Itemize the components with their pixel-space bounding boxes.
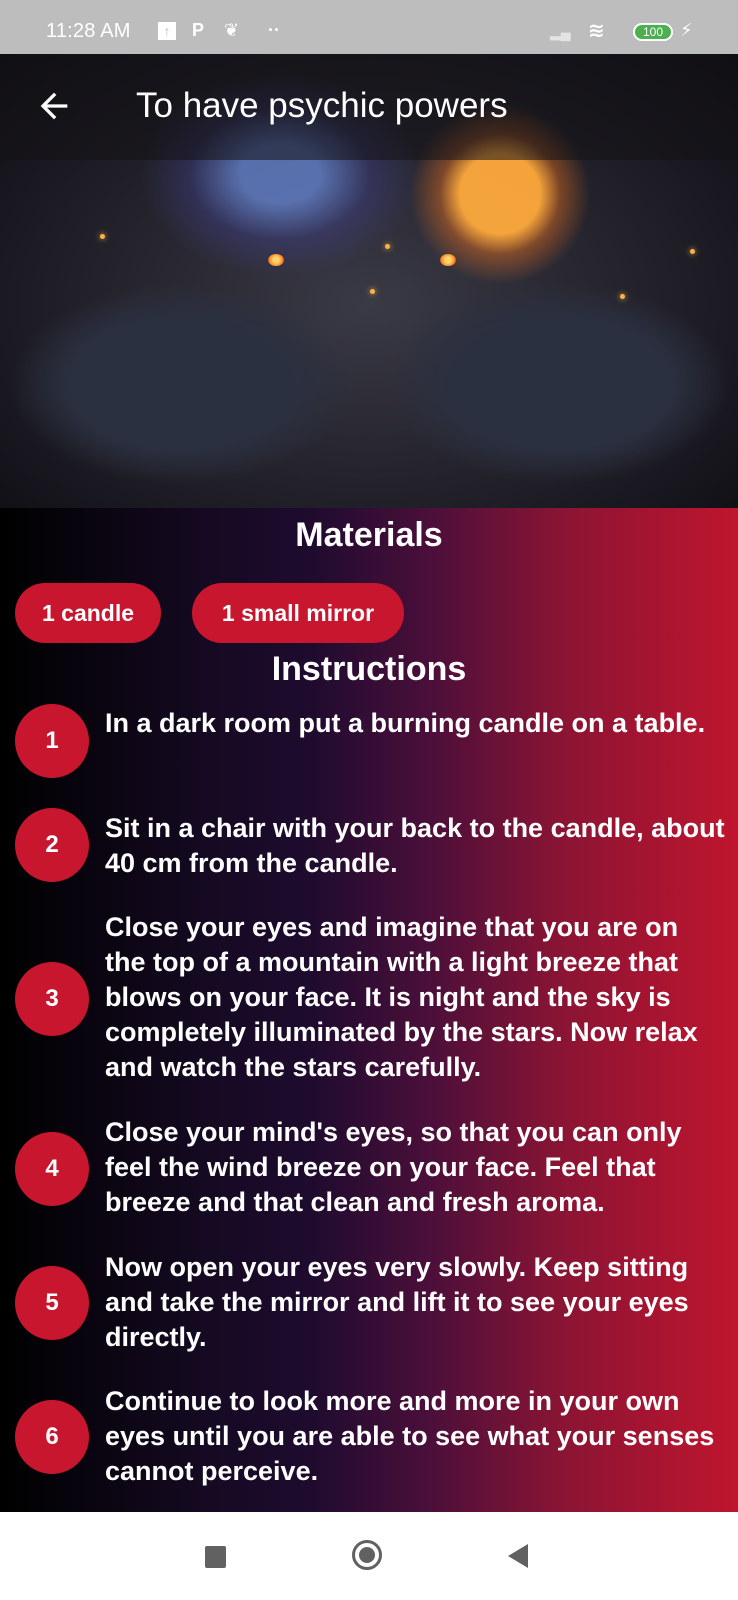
step-text: Now open your eyes very slowly. Keep sit… xyxy=(105,1252,689,1352)
navigation-bar xyxy=(0,1512,738,1600)
cat-eye-right xyxy=(440,254,456,266)
step-text: In a dark room put a burning candle on a… xyxy=(105,708,706,738)
cat-eye-left xyxy=(268,254,284,266)
step-number-badge: 1 xyxy=(15,704,89,778)
star xyxy=(100,234,105,239)
material-chip: 1 small mirror xyxy=(192,583,404,643)
status-bar: 11:28 AM ↑ P ❦ ·· ▂▄ ≋ 100 ⚡ xyxy=(0,0,738,54)
app-bar: To have psychic powers xyxy=(0,54,738,160)
charging-icon: ⚡ xyxy=(680,20,693,40)
step-number-badge: 4 xyxy=(15,1132,89,1206)
battery-icon: 100 xyxy=(633,23,673,41)
star xyxy=(690,249,695,254)
step-text: Close your mind's eyes, so that you can … xyxy=(105,1117,682,1217)
home-icon[interactable] xyxy=(352,1540,382,1570)
recipe-content[interactable]: Materials 1 candle 1 small mirror Instru… xyxy=(0,508,738,1512)
signal-icon: ▂▄ xyxy=(550,24,571,40)
step-number-badge: 5 xyxy=(15,1266,89,1340)
star xyxy=(385,244,390,249)
status-time: 11:28 AM xyxy=(46,20,131,42)
step-number-badge: 3 xyxy=(15,962,89,1036)
material-chip: 1 candle xyxy=(15,583,161,643)
recents-icon[interactable] xyxy=(205,1546,226,1568)
step-text: Continue to look more and more in your o… xyxy=(105,1386,715,1486)
star xyxy=(370,289,375,294)
instructions-title: Instructions xyxy=(271,650,467,688)
wifi-icon: ≋ xyxy=(588,20,605,42)
star xyxy=(620,294,625,299)
step-number-badge: 6 xyxy=(15,1400,89,1474)
step-text: Sit in a chair with your back to the can… xyxy=(105,813,725,878)
materials-title: Materials xyxy=(295,516,443,554)
arrow-left-icon[interactable] xyxy=(34,86,74,126)
step-text: Close your eyes and imagine that you are… xyxy=(105,912,698,1082)
page-title: To have psychic powers xyxy=(136,86,508,125)
step-number-badge: 2 xyxy=(15,808,89,882)
more-dots-icon: ·· xyxy=(268,20,280,40)
back-icon[interactable] xyxy=(508,1544,528,1568)
app-icon: ❦ xyxy=(224,20,240,40)
p-icon: P xyxy=(192,20,205,40)
upload-icon: ↑ xyxy=(158,22,176,40)
